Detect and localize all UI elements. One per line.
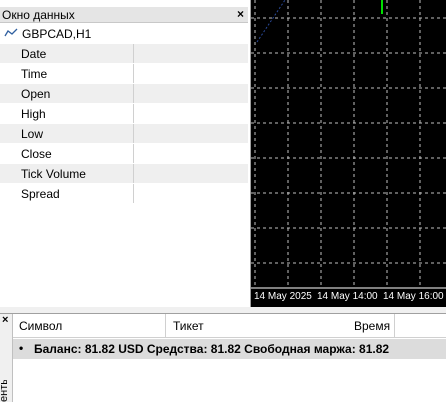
column-header-time[interactable]: Время: [354, 319, 390, 333]
row-value: [133, 123, 248, 144]
table-row: Spread: [0, 183, 248, 204]
table-row: Time: [0, 63, 248, 84]
chart-canvas: [251, 0, 446, 289]
table-row: Open: [0, 83, 248, 104]
row-value: [133, 183, 248, 204]
terminal-side-strip: × енты: [0, 314, 13, 402]
column-divider[interactable]: [165, 314, 166, 337]
terminal-side-tab[interactable]: енты: [0, 380, 12, 402]
row-value: [133, 83, 248, 104]
close-icon[interactable]: ×: [2, 314, 8, 326]
bullet-icon: •: [19, 341, 24, 355]
table-row: Low: [0, 123, 248, 144]
row-label: Spread: [0, 183, 134, 204]
table-row: Close: [0, 143, 248, 164]
balance-row[interactable]: • Баланс: 81.82 USD Средства: 81.82 Своб…: [13, 339, 446, 359]
row-label: Low: [0, 123, 134, 144]
table-row: Tick Volume: [0, 163, 248, 184]
row-label: High: [0, 103, 134, 124]
terminal-panel: × енты Символ Тикет Время • Баланс: 81.8…: [0, 313, 446, 402]
column-header-ticket[interactable]: Тикет: [173, 319, 204, 333]
row-label: Close: [0, 143, 134, 164]
data-window-panel: Окно данных × GBPCAD,H1 Date Time Open H…: [0, 0, 251, 307]
row-value: [133, 44, 248, 64]
price-chart[interactable]: 14 May 2025 14 May 14:00 14 May 16:00: [251, 0, 446, 307]
row-label: Tick Volume: [0, 163, 134, 184]
row-label: Date: [0, 44, 134, 64]
line-chart-icon: [4, 28, 18, 37]
data-window-header: Окно данных ×: [0, 7, 248, 23]
row-value: [133, 143, 248, 164]
column-header-symbol[interactable]: Символ: [19, 319, 62, 333]
row-value: [133, 103, 248, 124]
column-divider[interactable]: [394, 314, 395, 337]
symbol-label: GBPCAD,H1: [22, 27, 92, 41]
time-axis-label: 14 May 2025: [254, 291, 312, 302]
data-window-table: Date Time Open High Low Close Tick Volum…: [0, 44, 248, 204]
table-row: High: [0, 103, 248, 124]
terminal-column-header: Символ Тикет Время: [13, 314, 446, 338]
time-axis-label: 14 May 16:00: [383, 291, 444, 302]
chart-trendline: [256, 0, 286, 43]
balance-text: Баланс: 81.82 USD Средства: 81.82 Свобод…: [34, 342, 390, 356]
data-window-title: Окно данных: [2, 8, 75, 22]
table-row: Date: [0, 44, 248, 64]
row-value: [133, 163, 248, 184]
chart-grid: [251, 0, 446, 288]
close-icon[interactable]: ×: [237, 7, 244, 21]
row-value: [133, 63, 248, 84]
row-label: Time: [0, 63, 134, 84]
time-axis-label: 14 May 14:00: [317, 291, 378, 302]
row-label: Open: [0, 83, 134, 104]
side-tab-label: енты: [0, 380, 10, 402]
symbol-row[interactable]: GBPCAD,H1: [0, 23, 248, 44]
